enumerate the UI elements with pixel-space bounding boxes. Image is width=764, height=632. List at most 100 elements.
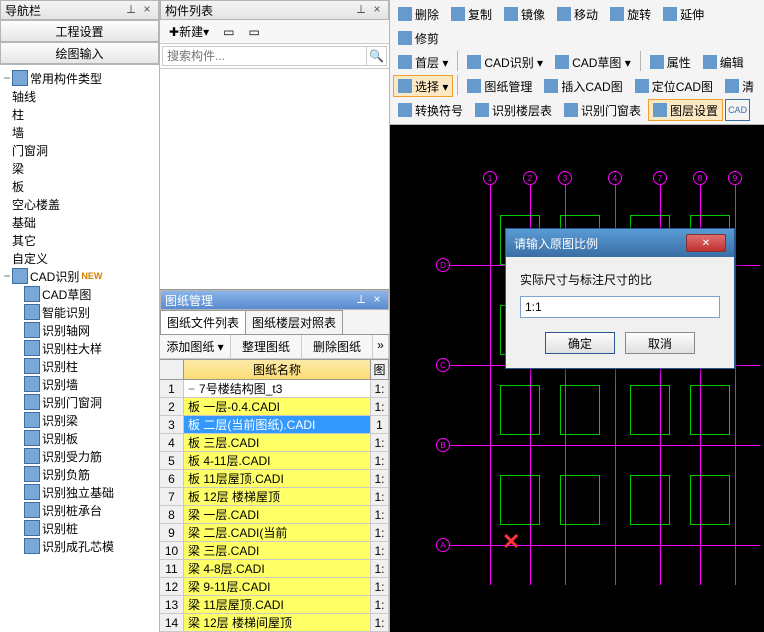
toolbar-button[interactable]: 插入CAD图 (539, 75, 627, 97)
select-button[interactable]: 选择 ▾ (393, 75, 453, 97)
tree-node[interactable]: 识别柱 (2, 357, 157, 375)
toolbar-button[interactable]: ▭ (243, 23, 264, 41)
toolbar-button[interactable]: 编辑 (698, 51, 749, 73)
cad-drawing[interactable]: 1234789DCBA✕ (390, 125, 764, 632)
tree-node[interactable]: 识别负筋 (2, 465, 157, 483)
table-row[interactable]: 8梁 一层.CADI1: (160, 506, 389, 524)
toolbar-button[interactable]: 识别楼层表 (470, 99, 557, 121)
drawings-tabs: 图纸文件列表 图纸楼层对照表 (160, 310, 389, 335)
table-row[interactable]: 9梁 二层.CADI(当前1: (160, 524, 389, 542)
toolbar-button[interactable]: 旋转 (605, 3, 656, 25)
components-list[interactable] (160, 69, 389, 289)
node-label: 轴线 (12, 88, 36, 105)
more-button[interactable]: » (373, 335, 389, 358)
toolbar-button[interactable]: 移动 (552, 3, 603, 25)
table-row[interactable]: 7板 12层 楼梯屋顶1: (160, 488, 389, 506)
node-label: 其它 (12, 232, 36, 249)
cancel-button[interactable]: 取消 (625, 332, 695, 354)
scale-input[interactable] (520, 296, 720, 318)
tree-node[interactable]: 识别独立基础 (2, 483, 157, 501)
button-icon (635, 79, 649, 93)
tree-node[interactable]: 识别柱大样 (2, 339, 157, 357)
toolbar-button[interactable]: 镜像 (499, 3, 550, 25)
tree-node[interactable]: 识别墙 (2, 375, 157, 393)
dialog-close-button[interactable]: ✕ (686, 234, 726, 252)
pin-icon[interactable]: ⟂ (354, 293, 368, 307)
table-row[interactable]: 1−7号楼结构图_t31: (160, 380, 389, 398)
table-row[interactable]: 11梁 4-8层.CADI1: (160, 560, 389, 578)
table-row[interactable]: 14梁 12层 楼梯间屋顶1: (160, 614, 389, 632)
button-icon (555, 55, 569, 69)
tree-node[interactable]: 梁 (2, 159, 157, 177)
add-drawing-button[interactable]: 添加图纸 ▾ (160, 335, 231, 358)
tree-node[interactable]: 识别梁 (2, 411, 157, 429)
tree-node[interactable]: −CAD识别NEW (2, 267, 157, 285)
toolbar-button[interactable]: 清 (720, 75, 759, 97)
toolbar-button[interactable]: 识别门窗表 (559, 99, 646, 121)
nav-tree[interactable]: −常用构件类型轴线柱墙门窗洞梁板空心楼盖基础其它自定义−CAD识别NEWCAD草… (0, 64, 159, 632)
tree-node[interactable]: 识别桩承台 (2, 501, 157, 519)
table-row[interactable]: 13梁 11层屋顶.CADI1: (160, 596, 389, 614)
tree-node[interactable]: 板 (2, 177, 157, 195)
close-icon[interactable]: × (370, 293, 384, 307)
toolbar-button[interactable]: 删除 (393, 3, 444, 25)
toolbar-button[interactable]: 复制 (446, 3, 497, 25)
row-scale: 1 (371, 416, 389, 433)
ok-button[interactable]: 确定 (545, 332, 615, 354)
dialog-titlebar[interactable]: 请输入原图比例 ✕ (506, 229, 734, 257)
tree-node[interactable]: −常用构件类型 (2, 69, 157, 87)
table-row[interactable]: 4板 三层.CADI1: (160, 434, 389, 452)
pin-icon[interactable]: ⟂ (354, 3, 368, 17)
tree-node[interactable]: 识别成孔芯模 (2, 537, 157, 555)
tree-node[interactable]: 识别受力筋 (2, 447, 157, 465)
delete-drawing-button[interactable]: 删除图纸 (302, 335, 373, 358)
tree-node[interactable]: 柱 (2, 105, 157, 123)
table-row[interactable]: 2板 一层-0.4.CADI1: (160, 398, 389, 416)
project-settings-button[interactable]: 工程设置 (0, 20, 159, 42)
tree-node[interactable]: 自定义 (2, 249, 157, 267)
tree-node[interactable]: CAD草图 (2, 285, 157, 303)
table-row[interactable]: 12梁 9-11层.CADI1: (160, 578, 389, 596)
toolbar-button[interactable]: CAD识别 ▾ (462, 51, 548, 73)
organize-drawing-button[interactable]: 整理图纸 (231, 335, 302, 358)
row-name: 梁 三层.CADI (184, 542, 371, 559)
toolbar-button[interactable]: 延伸 (658, 3, 709, 25)
floor-selector[interactable]: 首层 ▾ (393, 51, 453, 73)
grid-body[interactable]: 1−7号楼结构图_t31:2板 一层-0.4.CADI1:3板 二层(当前图纸)… (160, 380, 389, 632)
toolbar-button[interactable]: 属性 (645, 51, 696, 73)
tree-node[interactable]: 其它 (2, 231, 157, 249)
table-row[interactable]: 6板 11层屋顶.CADI1: (160, 470, 389, 488)
close-icon[interactable]: × (370, 3, 384, 17)
tree-node[interactable]: 门窗洞 (2, 141, 157, 159)
tree-node[interactable]: 空心楼盖 (2, 195, 157, 213)
drawing-input-button[interactable]: 绘图输入 (0, 42, 159, 64)
tree-node[interactable]: 识别门窗洞 (2, 393, 157, 411)
toolbar-button[interactable]: CAD草图 ▾ (550, 51, 636, 73)
tree-node[interactable]: 轴线 (2, 87, 157, 105)
close-icon[interactable]: × (140, 3, 154, 17)
table-row[interactable]: 5板 4-11层.CADI1: (160, 452, 389, 470)
toolbar-button[interactable]: ▭ (218, 23, 239, 41)
new-component-button[interactable]: ✚ 新建 ▾ (164, 23, 214, 41)
tree-node[interactable]: 基础 (2, 213, 157, 231)
toolbar-button[interactable]: 定位CAD图 (630, 75, 718, 97)
toolbar-button[interactable]: 转换符号 (393, 99, 468, 121)
toolbar-button[interactable]: 图层设置 (648, 99, 723, 121)
button-icon (703, 55, 717, 69)
node-icon (12, 70, 28, 86)
search-icon[interactable]: 🔍 (367, 46, 387, 66)
tree-node[interactable]: 识别轴网 (2, 321, 157, 339)
table-row[interactable]: 3板 二层(当前图纸).CADI1 (160, 416, 389, 434)
tree-node[interactable]: 智能识别 (2, 303, 157, 321)
tree-node[interactable]: 识别板 (2, 429, 157, 447)
tree-node[interactable]: 识别桩 (2, 519, 157, 537)
toolbar-button[interactable]: 修剪 (393, 27, 444, 49)
tree-node[interactable]: 墙 (2, 123, 157, 141)
cad-toggle[interactable]: CAD (725, 99, 750, 121)
toolbar-button[interactable]: 图纸管理 (462, 75, 537, 97)
tab-floor-map[interactable]: 图纸楼层对照表 (245, 310, 343, 334)
tab-file-list[interactable]: 图纸文件列表 (160, 310, 246, 334)
search-input[interactable] (162, 46, 367, 66)
table-row[interactable]: 10梁 三层.CADI1: (160, 542, 389, 560)
pin-icon[interactable]: ⟂ (124, 3, 138, 17)
